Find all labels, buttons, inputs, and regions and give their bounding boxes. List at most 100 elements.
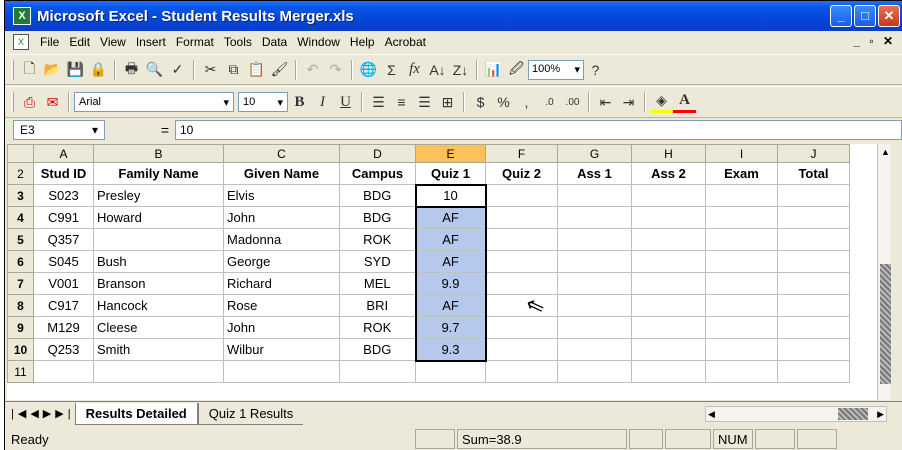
row-header[interactable]: 3 bbox=[7, 184, 34, 207]
formula-equals-sign[interactable]: = bbox=[105, 122, 175, 138]
grid-cell[interactable] bbox=[631, 360, 706, 383]
grid-cell[interactable] bbox=[631, 250, 706, 273]
save-icon[interactable]: 💾 bbox=[64, 59, 87, 81]
currency-icon[interactable]: $ bbox=[469, 91, 492, 113]
col-header-e[interactable]: E bbox=[415, 144, 486, 163]
grid-cell[interactable]: AF bbox=[414, 250, 487, 273]
grid-cell[interactable]: ROK bbox=[339, 228, 416, 251]
grid-cell[interactable] bbox=[485, 338, 558, 361]
grid-cell[interactable] bbox=[339, 360, 416, 383]
menu-acrobat[interactable]: Acrobat bbox=[380, 35, 431, 49]
grid-cell[interactable] bbox=[631, 228, 706, 251]
maximize-button[interactable]: □ bbox=[854, 5, 876, 27]
grid-cell[interactable] bbox=[631, 272, 706, 295]
grid-cell[interactable] bbox=[777, 206, 850, 229]
grid-cell[interactable]: C917 bbox=[33, 294, 94, 317]
workbook-window-controls[interactable]: _ ▫ ✕ bbox=[853, 34, 896, 48]
grid-cell[interactable] bbox=[415, 360, 486, 383]
grid-cell[interactable] bbox=[631, 206, 706, 229]
grid-cell[interactable] bbox=[557, 360, 632, 383]
grid-cell[interactable]: Branson bbox=[93, 272, 224, 295]
grid-cell[interactable]: BRI bbox=[339, 294, 416, 317]
pdf-icon[interactable]: ⎙ bbox=[18, 91, 41, 113]
worksheet-grid[interactable]: A B C D E F G H I J 2 Stud ID Family Name G… bbox=[7, 144, 891, 400]
grid-cell[interactable]: BDG bbox=[339, 184, 416, 207]
grid-cell[interactable] bbox=[485, 360, 558, 383]
grid-cell[interactable]: AF bbox=[414, 206, 487, 229]
vertical-scrollbar[interactable]: ▲ bbox=[877, 144, 891, 400]
align-left-icon[interactable]: ☰ bbox=[367, 91, 390, 113]
row-header[interactable]: 8 bbox=[7, 294, 34, 317]
grid-cell[interactable]: Cleese bbox=[93, 316, 224, 339]
grid-cell[interactable] bbox=[705, 294, 778, 317]
grid-cell[interactable]: Hancock bbox=[93, 294, 224, 317]
column-title-cell[interactable]: Family Name bbox=[93, 162, 224, 185]
grid-cell[interactable] bbox=[485, 184, 558, 207]
excel-app-icon[interactable]: X bbox=[13, 7, 31, 25]
grid-cell[interactable]: Wilbur bbox=[223, 338, 340, 361]
grid-cell[interactable]: Q357 bbox=[33, 228, 94, 251]
col-header-c[interactable]: C bbox=[223, 144, 340, 163]
cut-icon[interactable]: ✂ bbox=[199, 59, 222, 81]
grid-cell[interactable] bbox=[705, 360, 778, 383]
row-header[interactable]: 2 bbox=[7, 162, 34, 185]
grid-cell[interactable]: Presley bbox=[93, 184, 224, 207]
grid-cell[interactable] bbox=[705, 206, 778, 229]
row-header[interactable]: 9 bbox=[7, 316, 34, 339]
drawing-icon[interactable]: 🖉 bbox=[505, 59, 528, 81]
close-button[interactable]: ✕ bbox=[878, 5, 900, 27]
row-header[interactable]: 10 bbox=[7, 338, 34, 361]
percent-icon[interactable]: % bbox=[492, 91, 515, 113]
grid-cell[interactable] bbox=[93, 360, 224, 383]
last-sheet-icon[interactable]: ▶| bbox=[55, 407, 74, 420]
grid-cell[interactable]: BDG bbox=[339, 338, 416, 361]
permission-icon[interactable]: 🔒 bbox=[87, 59, 110, 81]
grid-cell[interactable]: Bush bbox=[93, 250, 224, 273]
grid-cell[interactable]: Q253 bbox=[33, 338, 94, 361]
scroll-right-icon[interactable]: ▶ bbox=[877, 407, 884, 421]
minimize-button[interactable]: _ bbox=[830, 5, 852, 27]
open-icon[interactable]: 📂 bbox=[41, 59, 64, 81]
grid-cell[interactable] bbox=[777, 250, 850, 273]
help-icon[interactable]: ? bbox=[584, 59, 607, 81]
select-all-corner[interactable] bbox=[7, 144, 34, 163]
sheet-tab-results-detailed[interactable]: Results Detailed bbox=[74, 402, 198, 425]
grid-cell[interactable] bbox=[557, 250, 632, 273]
zoom-dropdown[interactable]: 100% ▾ bbox=[528, 59, 584, 80]
autosum-icon[interactable]: Σ bbox=[380, 59, 403, 81]
grid-cell[interactable]: Howard bbox=[93, 206, 224, 229]
increase-decimal-icon[interactable]: .0 bbox=[538, 91, 561, 113]
grid-cell[interactable] bbox=[777, 272, 850, 295]
menu-tools[interactable]: Tools bbox=[219, 35, 257, 49]
grid-cell[interactable]: S023 bbox=[33, 184, 94, 207]
col-header-i[interactable]: I bbox=[705, 144, 778, 163]
bold-icon[interactable]: B bbox=[288, 91, 311, 113]
workbook-icon[interactable]: X bbox=[13, 34, 29, 50]
grid-cell[interactable] bbox=[631, 294, 706, 317]
grid-cell[interactable]: MEL bbox=[339, 272, 416, 295]
row-header[interactable]: 5 bbox=[7, 228, 34, 251]
column-title-cell[interactable]: Exam bbox=[705, 162, 778, 185]
menu-format[interactable]: Format bbox=[171, 35, 219, 49]
column-title-cell[interactable]: Stud ID bbox=[33, 162, 94, 185]
toolbar-grip[interactable] bbox=[11, 59, 14, 80]
grid-cell[interactable] bbox=[631, 338, 706, 361]
name-box[interactable]: E3 ▾ bbox=[13, 120, 105, 140]
print-preview-icon[interactable]: 🔍 bbox=[143, 59, 166, 81]
next-sheet-icon[interactable]: ▶ bbox=[43, 407, 55, 420]
grid-cell[interactable]: John bbox=[223, 316, 340, 339]
col-header-g[interactable]: G bbox=[557, 144, 632, 163]
redo-icon[interactable]: ↷ bbox=[324, 59, 347, 81]
grid-cell[interactable] bbox=[777, 294, 850, 317]
menu-edit[interactable]: Edit bbox=[64, 35, 95, 49]
copy-icon[interactable]: ⧉ bbox=[222, 59, 245, 81]
grid-cell[interactable]: Richard bbox=[223, 272, 340, 295]
menu-view[interactable]: View bbox=[95, 35, 131, 49]
menu-file[interactable]: File bbox=[35, 35, 64, 49]
grid-cell[interactable] bbox=[485, 228, 558, 251]
new-icon[interactable]: 🗋 bbox=[18, 59, 41, 81]
grid-cell[interactable]: Smith bbox=[93, 338, 224, 361]
grid-cell[interactable] bbox=[93, 228, 224, 251]
column-title-cell[interactable]: Given Name bbox=[223, 162, 340, 185]
grid-cell[interactable] bbox=[223, 360, 340, 383]
